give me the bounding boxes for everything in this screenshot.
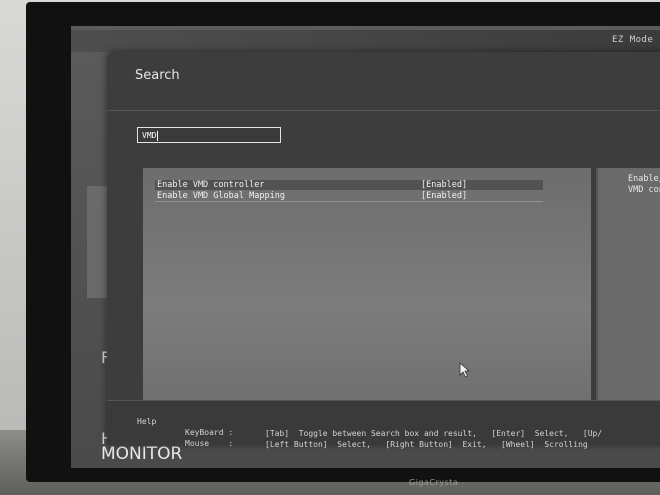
mouse-help-text: [Left Button] Select, [Right Button] Exi…	[265, 440, 588, 449]
mouse-pointer-icon	[459, 362, 471, 378]
result-row-vmd-global-mapping[interactable]: Enable VMD Global Mapping [Enabled]	[155, 191, 543, 202]
keyboard-label: KeyBoard :	[185, 428, 234, 437]
result-value: [Enabled]	[421, 191, 468, 201]
item-help-text: Enable/Dis VMD contro	[628, 174, 660, 195]
result-value: [Enabled]	[421, 180, 468, 190]
search-results-list[interactable]: Enable VMD controller [Enabled] Enable V…	[143, 168, 591, 400]
item-help-pane: Enable/Dis VMD contro	[596, 168, 660, 400]
dialog-title: Search	[135, 68, 180, 83]
result-name: Enable VMD Global Mapping	[157, 191, 285, 201]
divider	[107, 110, 660, 111]
monitor-bezel: EZ Mode (F7) F H MONITOR Search VMD Enab…	[26, 2, 660, 482]
search-input-value: VMD	[142, 131, 157, 140]
bios-screen: EZ Mode (F7) F H MONITOR Search VMD Enab…	[71, 26, 660, 468]
result-row-vmd-controller[interactable]: Enable VMD controller [Enabled]	[155, 180, 543, 190]
help-label: Help	[137, 417, 157, 426]
help-footer: Help KeyBoard : [Tab] Toggle between Sea…	[107, 400, 660, 449]
text-caret	[157, 130, 159, 141]
mouse-label: Mouse :	[185, 439, 234, 448]
search-dialog: Search VMD Enable VMD controller [Enable…	[107, 52, 660, 449]
result-name: Enable VMD controller	[157, 180, 265, 190]
ez-mode-button[interactable]: EZ Mode (F7)	[612, 35, 660, 45]
search-input[interactable]: VMD	[137, 127, 281, 143]
bios-top-bar: EZ Mode (F7)	[71, 30, 660, 52]
monitor-brand-logo: GigaCrysta	[409, 478, 459, 487]
background-monitor-text: MONITOR	[101, 444, 183, 464]
keyboard-help-text: [Tab] Toggle between Search box and resu…	[265, 429, 603, 438]
